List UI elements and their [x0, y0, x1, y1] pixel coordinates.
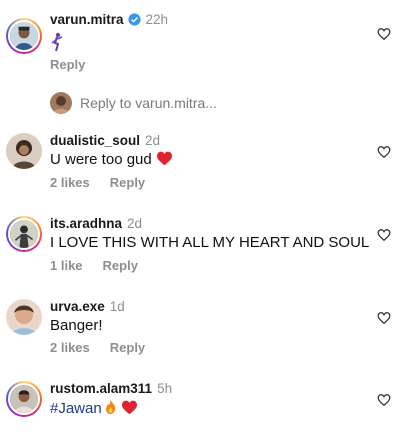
current-user-avatar [50, 92, 72, 114]
red-heart-emoji-icon [121, 400, 137, 415]
reply-to-prompt[interactable]: Reply to varun.mitra... [80, 95, 217, 111]
comment-text: I LOVE THIS WITH ALL MY HEART AND SOUL [50, 234, 370, 251]
timestamp: 2d [145, 133, 161, 148]
hashtag-link[interactable]: #Jawan [50, 400, 102, 417]
reply-input-bar[interactable]: Reply to varun.mitra... [50, 92, 217, 114]
username[interactable]: urva.exe [50, 299, 105, 314]
dancer-emoji-icon [51, 32, 63, 52]
avatar[interactable] [6, 18, 42, 54]
comment-text [50, 32, 64, 57]
username[interactable]: its.aradhna [50, 216, 122, 231]
timestamp: 2d [127, 216, 143, 231]
verified-badge-icon [127, 13, 141, 26]
like-heart-icon[interactable] [377, 27, 391, 41]
username[interactable]: varun.mitra [50, 12, 124, 27]
like-heart-icon[interactable] [377, 393, 391, 407]
reply-button[interactable]: Reply [50, 57, 85, 72]
timestamp: 5h [157, 381, 173, 396]
username[interactable]: rustom.alam311 [50, 381, 152, 396]
timestamp: 1d [109, 299, 125, 314]
red-heart-emoji-icon [156, 151, 172, 166]
reply-button[interactable]: Reply [110, 340, 145, 355]
reply-button[interactable]: Reply [103, 258, 138, 273]
like-heart-icon[interactable] [377, 228, 391, 242]
likes-count[interactable]: 2 likes [50, 175, 90, 190]
likes-count[interactable]: 2 likes [50, 340, 90, 355]
comment-text: Banger! [50, 317, 103, 334]
reply-button[interactable]: Reply [110, 175, 145, 190]
avatar[interactable] [6, 133, 42, 169]
fire-emoji-icon [105, 399, 115, 415]
comment-text: #Jawan [50, 399, 138, 418]
like-heart-icon[interactable] [377, 145, 391, 159]
likes-count[interactable]: 1 like [50, 258, 83, 273]
avatar[interactable] [6, 216, 42, 252]
like-heart-icon[interactable] [377, 311, 391, 325]
avatar[interactable] [6, 381, 42, 417]
comment-text: U were too gud [50, 151, 173, 169]
timestamp: 22h [145, 12, 169, 27]
avatar[interactable] [6, 299, 42, 335]
username[interactable]: dualistic_soul [50, 133, 140, 148]
